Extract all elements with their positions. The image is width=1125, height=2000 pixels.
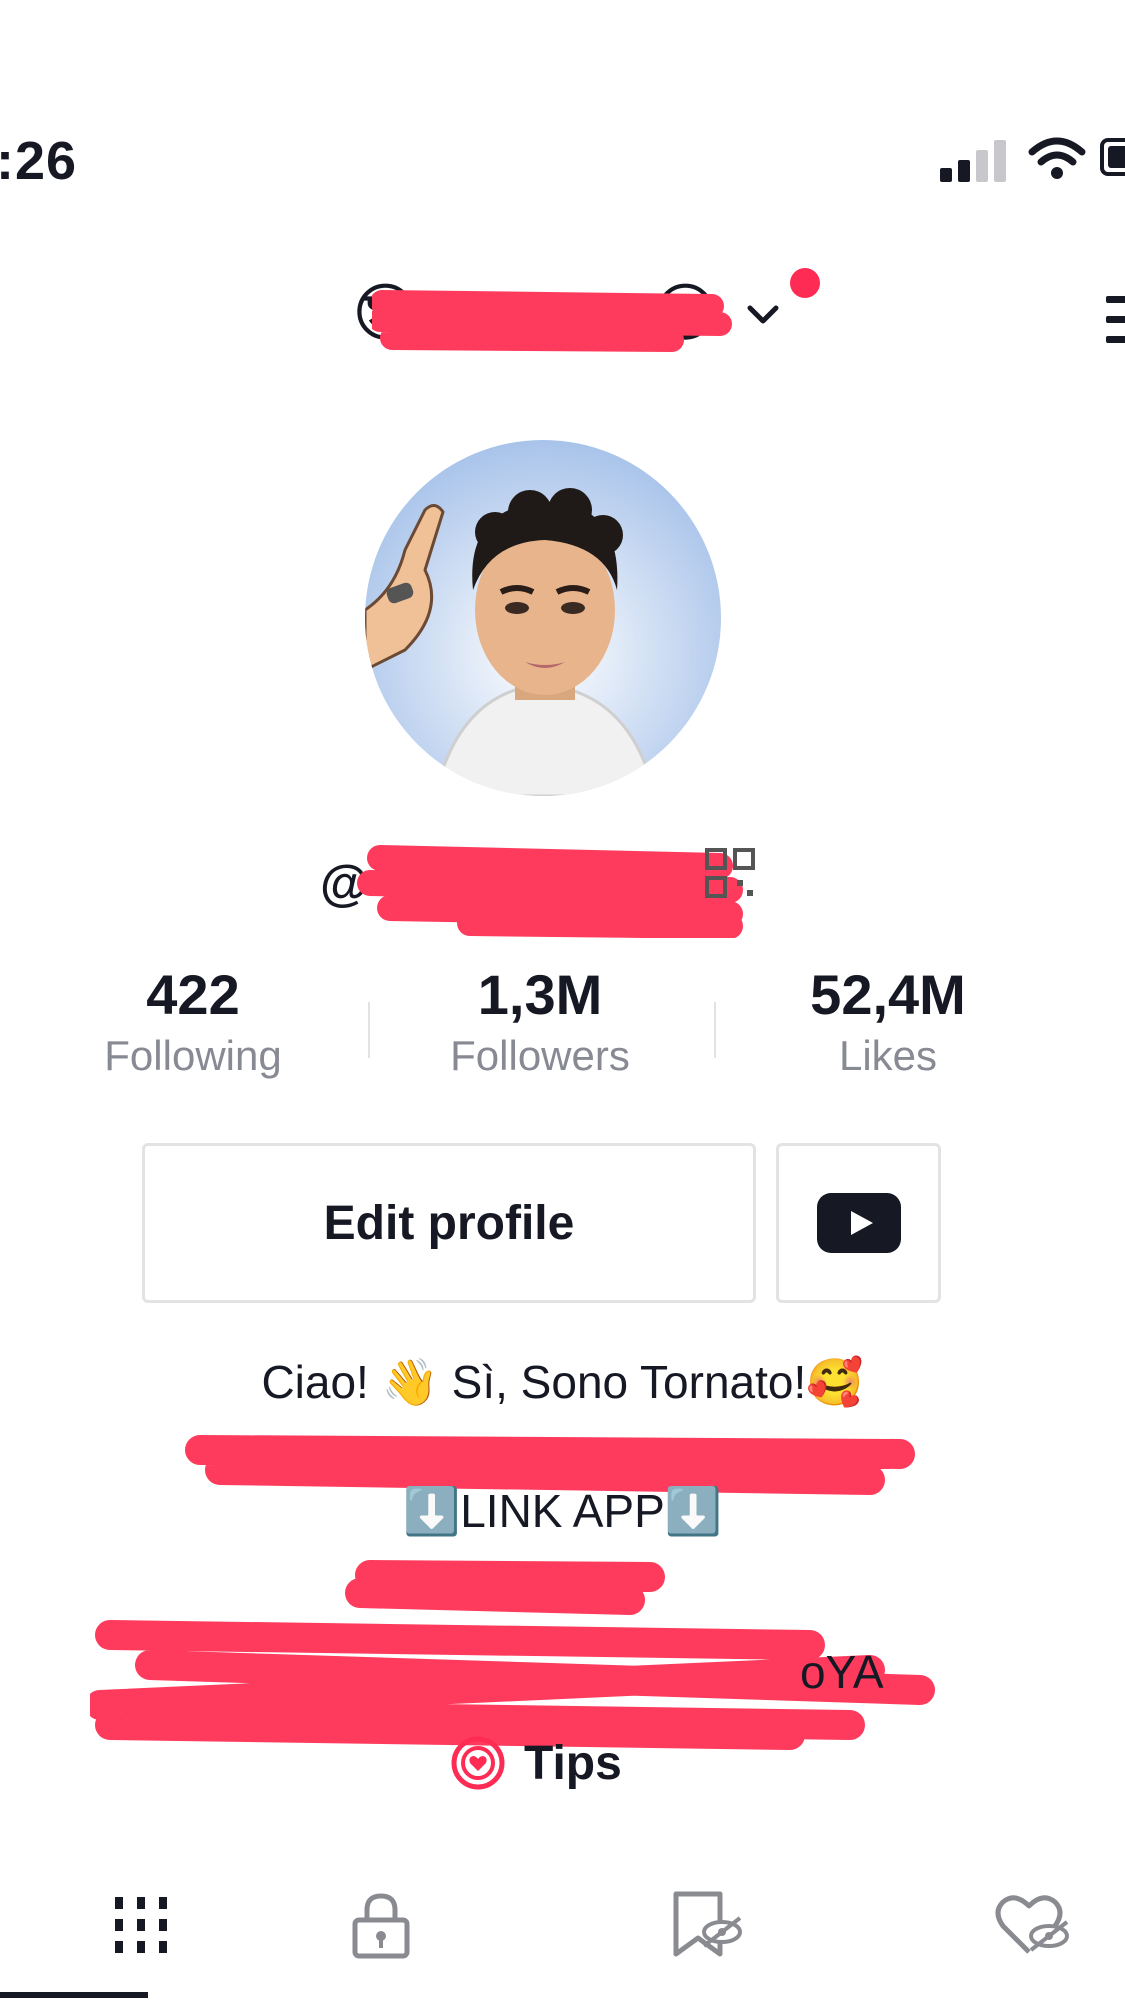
menu-icon[interactable]	[1106, 296, 1125, 356]
tab-videos[interactable]	[0, 1880, 281, 1970]
redaction-scribble	[372, 290, 732, 352]
stat-divider	[368, 1002, 370, 1058]
chevron-down-icon	[747, 305, 779, 324]
avatar-illustration	[365, 440, 721, 796]
bookmark-hidden-icon	[673, 1891, 742, 1957]
youtube-icon	[816, 1193, 901, 1253]
active-tab-indicator	[0, 1992, 148, 1998]
redaction-scribble	[357, 845, 743, 938]
tips-heart-icon	[451, 1736, 505, 1790]
stat-value: 422	[146, 963, 240, 1026]
notification-dot	[790, 268, 820, 298]
tab-private[interactable]	[240, 1880, 521, 1970]
signal-icon	[940, 140, 1006, 182]
heart-hidden-icon	[995, 1895, 1069, 1954]
stat-likes[interactable]: 52,4M Likes	[738, 960, 1038, 1080]
stat-label: Followers	[450, 1032, 630, 1079]
edit-profile-button[interactable]: Edit profile	[142, 1143, 756, 1303]
stat-divider	[714, 1002, 716, 1058]
username-handle: @	[320, 838, 760, 938]
lock-icon	[352, 1893, 409, 1959]
stat-following[interactable]: 422 Following	[43, 960, 343, 1080]
tab-liked[interactable]	[892, 1880, 1125, 1970]
grid-icon	[114, 1897, 167, 1953]
stat-value: 1,3M	[477, 963, 603, 1026]
wifi-icon	[1028, 137, 1086, 179]
tab-favorites[interactable]	[566, 1880, 847, 1970]
avatar[interactable]	[365, 440, 721, 796]
tips-link[interactable]: Tips	[450, 1735, 622, 1791]
stat-value: 52,4M	[810, 963, 966, 1026]
stat-label: Likes	[838, 1032, 938, 1079]
tips-label: Tips	[524, 1736, 622, 1790]
bio-link-line: ⬇️LINK APP⬇️	[402, 1485, 723, 1537]
account-switcher[interactable]: 😎 😎	[352, 270, 779, 370]
stat-label: Following	[104, 1032, 282, 1079]
qr-code-icon[interactable]	[705, 848, 755, 898]
status-time: :26	[0, 131, 78, 191]
bio-line-1: Ciao! 👋 Sì, Sono Tornato!🥰	[261, 1356, 864, 1408]
youtube-button[interactable]	[776, 1143, 941, 1303]
battery-icon	[1100, 138, 1125, 176]
bio-line-tail: oYA	[800, 1646, 884, 1698]
stat-followers[interactable]: 1,3M Followers	[390, 960, 690, 1080]
